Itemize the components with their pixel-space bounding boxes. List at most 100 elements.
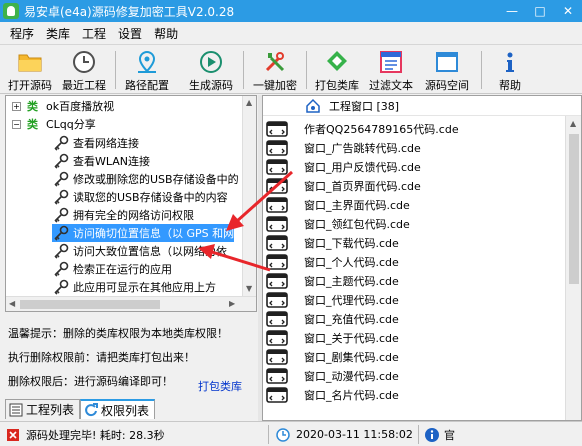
file-list-item[interactable]: 窗口_剧集代码.cde bbox=[263, 347, 565, 366]
play-icon bbox=[200, 51, 222, 73]
key-icon bbox=[54, 279, 69, 295]
file-name: 窗口_代理代码.cde bbox=[304, 293, 399, 307]
path-config-label: 路径配置 bbox=[125, 79, 169, 92]
file-list-item[interactable]: 窗口_个人代码.cde bbox=[263, 252, 565, 271]
permission-item[interactable]: 查看WLAN连接 bbox=[52, 152, 150, 170]
file-name: 窗口_剧集代码.cde bbox=[304, 350, 399, 364]
recent-projects-button[interactable]: 最近工程 bbox=[58, 47, 110, 93]
status-datetime: 2020-03-11 11:58:02 bbox=[276, 425, 413, 444]
menu-settings[interactable]: 设置 bbox=[112, 25, 148, 42]
permission-item[interactable]: 读取您的USB存储设备中的内容 bbox=[52, 188, 228, 206]
file-name: 窗口_广告跳转代码.cde bbox=[304, 141, 421, 155]
tab-permission-list[interactable]: 权限列表 bbox=[80, 399, 156, 419]
file-name: 窗口_名片代码.cde bbox=[304, 388, 399, 402]
status-extra: 官 bbox=[424, 425, 455, 444]
tab-project-list[interactable]: 工程列表 bbox=[5, 399, 81, 419]
menu-project[interactable]: 工程 bbox=[76, 25, 112, 42]
info-icon bbox=[425, 427, 439, 442]
expand-toggle[interactable]: + bbox=[12, 101, 21, 111]
file-list-item[interactable]: 窗口_首页界面代码.cde bbox=[263, 176, 565, 195]
scroll-right-icon[interactable]: ▶ bbox=[229, 299, 235, 308]
permission-item[interactable]: 访问大致位置信息（以网络为依 bbox=[52, 242, 227, 260]
menu-bar: 程序 类库 工程 设置 帮助 bbox=[0, 22, 582, 44]
file-name: 窗口_主题代码.cde bbox=[304, 274, 399, 288]
one-click-encrypt-label: 一键加密 bbox=[253, 79, 297, 92]
file-name: 窗口_个人代码.cde bbox=[304, 255, 399, 269]
code-file-icon bbox=[266, 291, 288, 308]
category-marker: 类 bbox=[27, 100, 38, 113]
file-list-item[interactable]: 窗口_动漫代码.cde bbox=[263, 366, 565, 385]
key-icon bbox=[54, 171, 69, 187]
source-space-button[interactable]: 源码空间 bbox=[420, 47, 474, 93]
scroll-up-icon[interactable]: ▲ bbox=[570, 119, 576, 128]
menu-help[interactable]: 帮助 bbox=[148, 25, 184, 42]
file-list-item[interactable]: 窗口_名片代码.cde bbox=[263, 385, 565, 404]
list-vertical-scrollbar[interactable]: ▲ bbox=[565, 116, 581, 420]
file-list-item[interactable]: 窗口_领红包代码.cde bbox=[263, 214, 565, 233]
file-name: 窗口_用户反馈代码.cde bbox=[304, 160, 421, 174]
one-click-encrypt-button[interactable]: 一键加密 bbox=[248, 47, 302, 93]
file-name: 窗口_领红包代码.cde bbox=[304, 217, 410, 231]
package-icon bbox=[327, 51, 347, 71]
pack-library-button[interactable]: 打包类库 bbox=[310, 47, 364, 93]
key-icon bbox=[54, 243, 69, 259]
filter-text-label: 过滤文本 bbox=[369, 79, 413, 92]
maximize-button[interactable]: □ bbox=[526, 0, 554, 22]
tree-category-row[interactable]: + 类 ok百度播放视 bbox=[12, 97, 114, 115]
permission-tree[interactable]: + 类 ok百度播放视 − 类 CLqq分享 查看网络连接查看WLAN连接修改或… bbox=[5, 95, 257, 312]
status-bar: 源码处理完毕! 耗时: 28.3秒 2020-03-11 11:58:02 官 bbox=[0, 421, 582, 446]
tree-vertical-scrollbar[interactable]: ▲ ▼ bbox=[242, 96, 256, 296]
generate-source-button[interactable]: 生成源码 bbox=[184, 47, 238, 93]
scroll-up-icon[interactable]: ▲ bbox=[246, 98, 252, 107]
tree-category-row[interactable]: − 类 CLqq分享 bbox=[12, 115, 96, 133]
scroll-left-icon[interactable]: ◀ bbox=[9, 299, 15, 308]
menu-program[interactable]: 程序 bbox=[4, 25, 40, 42]
file-list-item[interactable]: 窗口_主界面代码.cde bbox=[263, 195, 565, 214]
project-window-header: 工程窗口 [38] bbox=[263, 96, 581, 116]
permission-label: 查看WLAN连接 bbox=[73, 155, 151, 168]
file-list-item[interactable]: 窗口_用户反馈代码.cde bbox=[263, 157, 565, 176]
status-divider bbox=[268, 425, 269, 444]
permission-item[interactable]: 检索正在运行的应用 bbox=[52, 260, 172, 278]
collapse-toggle[interactable]: − bbox=[12, 119, 21, 129]
help-button[interactable]: 帮助 bbox=[490, 47, 530, 93]
code-file-icon bbox=[266, 196, 288, 213]
file-list-item[interactable]: 作者QQ2564789165代码.cde bbox=[263, 119, 565, 138]
file-list-item[interactable]: 窗口_下载代码.cde bbox=[263, 233, 565, 252]
tree-horizontal-scrollbar[interactable]: ◀ ▶ bbox=[6, 296, 256, 311]
path-config-button[interactable]: 路径配置 bbox=[120, 47, 174, 93]
key-icon bbox=[54, 207, 69, 223]
left-tabs: 工程列表 权限列表 bbox=[5, 399, 156, 419]
pack-library-link[interactable]: 打包类库 bbox=[198, 378, 242, 394]
project-window-title: 工程窗口 [38] bbox=[329, 99, 400, 113]
file-name: 窗口_主界面代码.cde bbox=[304, 198, 410, 212]
permission-item[interactable]: 修改或删除您的USB存储设备中的 bbox=[52, 170, 239, 188]
permission-item[interactable]: 访问确切位置信息（以 GPS 和网 bbox=[52, 224, 235, 242]
minimize-button[interactable]: — bbox=[498, 0, 526, 22]
open-source-button[interactable]: 打开源码 bbox=[4, 47, 56, 93]
permission-label: 访问大致位置信息（以网络为依 bbox=[73, 245, 227, 258]
menu-library[interactable]: 类库 bbox=[40, 25, 76, 42]
scroll-thumb[interactable] bbox=[20, 300, 160, 309]
close-button[interactable]: ✕ bbox=[554, 0, 582, 22]
code-file-icon bbox=[266, 158, 288, 175]
permission-item[interactable]: 拥有完全的网络访问权限 bbox=[52, 206, 194, 224]
file-list-item[interactable]: 窗口_充值代码.cde bbox=[263, 309, 565, 328]
file-list-item[interactable]: 窗口_广告跳转代码.cde bbox=[263, 138, 565, 157]
permission-item[interactable]: 查看网络连接 bbox=[52, 134, 139, 152]
code-file-icon bbox=[266, 386, 288, 403]
scroll-down-icon[interactable]: ▼ bbox=[246, 284, 252, 293]
permission-label: 访问确切位置信息（以 GPS 和网 bbox=[73, 227, 235, 240]
file-list-item[interactable]: 窗口_主题代码.cde bbox=[263, 271, 565, 290]
key-icon bbox=[54, 135, 69, 151]
project-window-panel: 工程窗口 [38] 作者QQ2564789165代码.cde 窗口_广告跳转代码.… bbox=[262, 95, 582, 421]
file-name: 窗口_首页界面代码.cde bbox=[304, 179, 421, 193]
home-gear-icon bbox=[306, 98, 320, 113]
file-list-item[interactable]: 窗口_代理代码.cde bbox=[263, 290, 565, 309]
filter-text-button[interactable]: 过滤文本 bbox=[364, 47, 418, 93]
code-file-icon bbox=[266, 139, 288, 156]
scroll-thumb[interactable] bbox=[569, 134, 579, 284]
key-icon bbox=[54, 225, 69, 241]
file-list-item[interactable]: 窗口_关于代码.cde bbox=[263, 328, 565, 347]
permission-item[interactable]: 此应用可显示在其他应用上方 bbox=[52, 278, 216, 296]
